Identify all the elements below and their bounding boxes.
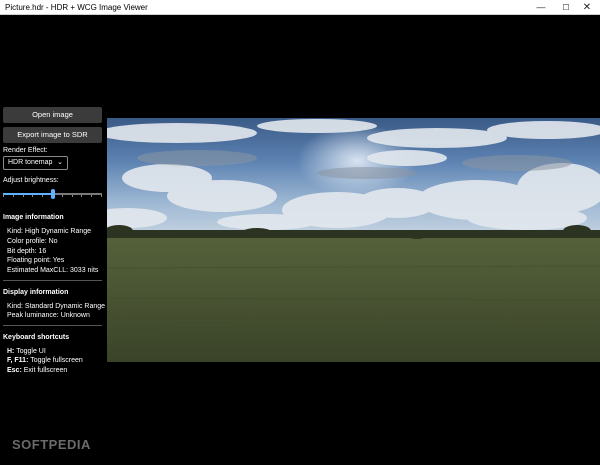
shortcut-desc: Toggle fullscreen [28, 357, 83, 364]
shortcut-item: H: Toggle UI [7, 348, 46, 355]
export-sdr-button[interactable]: Export image to SDR [3, 127, 102, 143]
shortcut-key: Esc: [7, 367, 22, 374]
render-effect-label: Render Effect: [3, 147, 48, 154]
chevron-down-icon: ⌄ [57, 159, 63, 166]
image-floating-point: Floating point: Yes [7, 257, 65, 264]
render-effect-dropdown[interactable]: HDR tonemap ⌄ [3, 156, 68, 170]
display-kind: Kind: Standard Dynamic Range [7, 303, 106, 310]
image-kind: Kind: High Dynamic Range [7, 228, 92, 235]
image-info-title: Image information [3, 214, 64, 221]
divider [3, 280, 102, 281]
image-color-profile: Color profile: No [7, 238, 58, 245]
shortcuts-title: Keyboard shortcuts [3, 334, 70, 341]
minimize-button[interactable]: — [528, 0, 554, 15]
shortcut-desc: Exit fullscreen [21, 367, 68, 374]
render-effect-value: HDR tonemap [8, 159, 53, 166]
image-bit-depth: Bit depth: 16 [7, 248, 47, 255]
brightness-label: Adjust brightness: [3, 177, 59, 184]
slider-tick [13, 195, 14, 197]
shortcut-desc: Toggle UI [14, 348, 46, 355]
brightness-slider[interactable] [3, 189, 102, 199]
panorama-image [107, 118, 600, 362]
slider-tick [32, 195, 33, 197]
slider-tick [81, 195, 82, 197]
window-title: Picture.hdr - HDR + WCG Image Viewer [5, 3, 148, 12]
slider-tick [23, 195, 24, 197]
divider [3, 325, 102, 326]
shortcut-item: F, F11: Toggle fullscreen [7, 357, 83, 364]
slider-tick [62, 195, 63, 197]
softpedia-watermark: SOFTPEDIA [12, 437, 91, 452]
slider-tick [42, 195, 43, 197]
title-bar: Picture.hdr - HDR + WCG Image Viewer — ☐… [0, 0, 600, 15]
display-info-title: Display information [3, 289, 69, 296]
slider-tick [91, 195, 92, 197]
slider-tick [72, 195, 73, 197]
display-peak-luminance: Peak luminance: Unknown [7, 312, 90, 319]
slider-tick [3, 195, 4, 197]
image-max-cll: Estimated MaxCLL: 3033 nits [7, 267, 99, 274]
shortcut-key: F, F11: [7, 357, 29, 364]
slider-thumb[interactable] [50, 189, 55, 199]
shortcut-item: Esc: Exit fullscreen [7, 367, 67, 374]
open-image-button[interactable]: Open image [3, 107, 102, 123]
slider-tick [101, 195, 102, 197]
hdr-image-canvas [107, 118, 600, 362]
close-button[interactable]: ✕ [574, 0, 600, 15]
